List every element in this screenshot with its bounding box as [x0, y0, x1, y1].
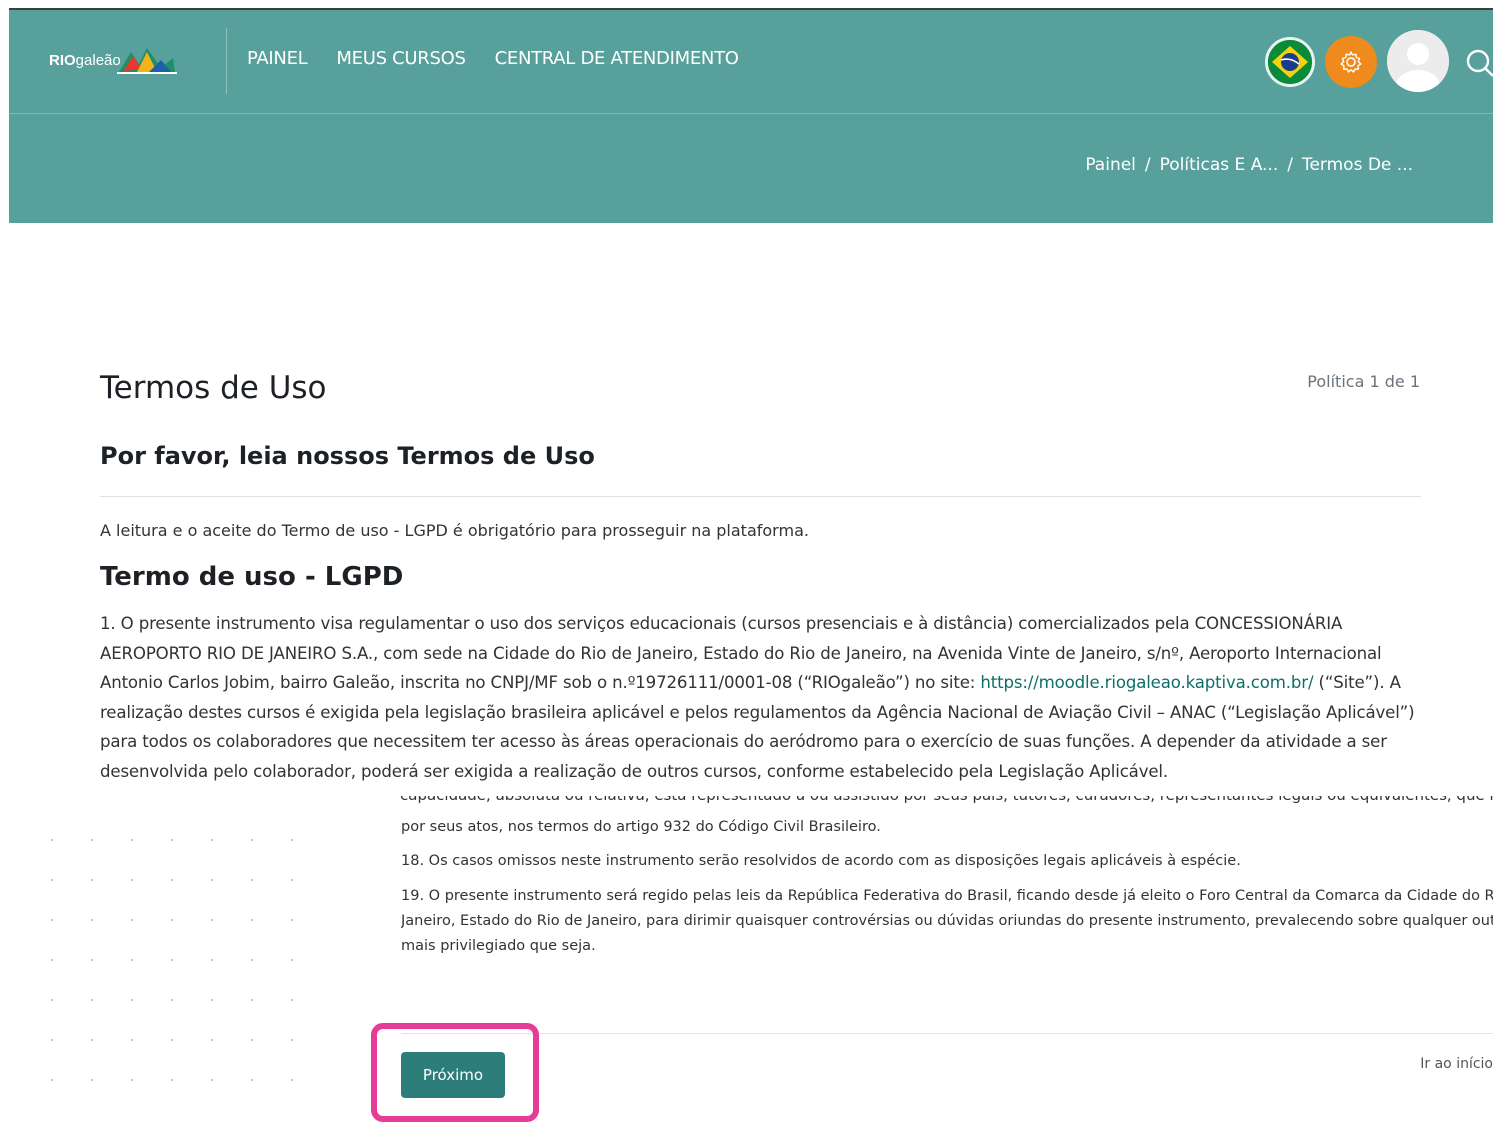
main-nav: PAINEL MEUS CURSOS CENTRAL DE ATENDIMENT… — [247, 48, 768, 69]
page-title: Termos de Uso — [100, 370, 327, 406]
footer-divider — [401, 1033, 1493, 1034]
nav-central-de-atendimento[interactable]: CENTRAL DE ATENDIMENTO — [495, 48, 739, 69]
breadcrumb-politicas[interactable]: Políticas E A... — [1160, 155, 1279, 175]
nav-meus-cursos[interactable]: MEUS CURSOS — [336, 48, 466, 69]
breadcrumb: Painel / Políticas E A... / Termos De ..… — [1085, 155, 1413, 175]
clause-1: 1. O presente instrumento visa regulamen… — [100, 614, 1415, 781]
navbar: RIOgaleão PAINEL MEUS CURSOS CENTRAL DE … — [9, 10, 1493, 114]
clause-19: 19. O presente instrumento será regido p… — [401, 888, 1493, 954]
moodle-site-link[interactable]: https://moodle.riogaleao.kaptiva.com.br/ — [980, 673, 1313, 692]
divider — [100, 496, 1421, 497]
logo-mountains-icon — [116, 48, 177, 74]
search-icon[interactable] — [1465, 48, 1493, 78]
nav-divider — [226, 28, 227, 94]
page-subtitle: Por favor, leia nossos Termos de Uso — [100, 442, 595, 470]
riogaleao-logo[interactable]: RIOgaleão — [49, 40, 177, 80]
clause-18: 18. Os casos omissos neste instrumento s… — [401, 853, 1241, 869]
nav-painel[interactable]: PAINEL — [247, 48, 308, 69]
breadcrumb-separator: / — [1144, 155, 1151, 175]
highlight-box — [371, 1023, 539, 1122]
avatar[interactable] — [1387, 30, 1449, 92]
go-to-top-link[interactable]: Ir ao início — [1420, 1056, 1493, 1072]
breadcrumb-separator: / — [1287, 155, 1293, 175]
gear-icon[interactable] — [1325, 36, 1377, 88]
intro-text: A leitura e o aceite do Termo de uso - L… — [100, 521, 809, 540]
dot-pattern-decoration — [20, 810, 330, 1110]
user-avatar-icon — [1387, 30, 1449, 92]
brazil-flag-icon[interactable] — [1265, 37, 1315, 87]
clause-17-cut-line: capacidade, absoluta ou relativa, está r… — [400, 796, 1493, 810]
breadcrumb-termos[interactable]: Termos De ... — [1302, 155, 1413, 175]
breadcrumb-painel[interactable]: Painel — [1085, 155, 1136, 175]
policy-counter: Política 1 de 1 — [1307, 372, 1420, 391]
clause-17-tail: por seus atos, nos termos do artigo 932 … — [401, 819, 881, 835]
section-title: Termo de uso - LGPD — [100, 562, 404, 592]
logo-text: RIOgaleão — [49, 51, 121, 69]
